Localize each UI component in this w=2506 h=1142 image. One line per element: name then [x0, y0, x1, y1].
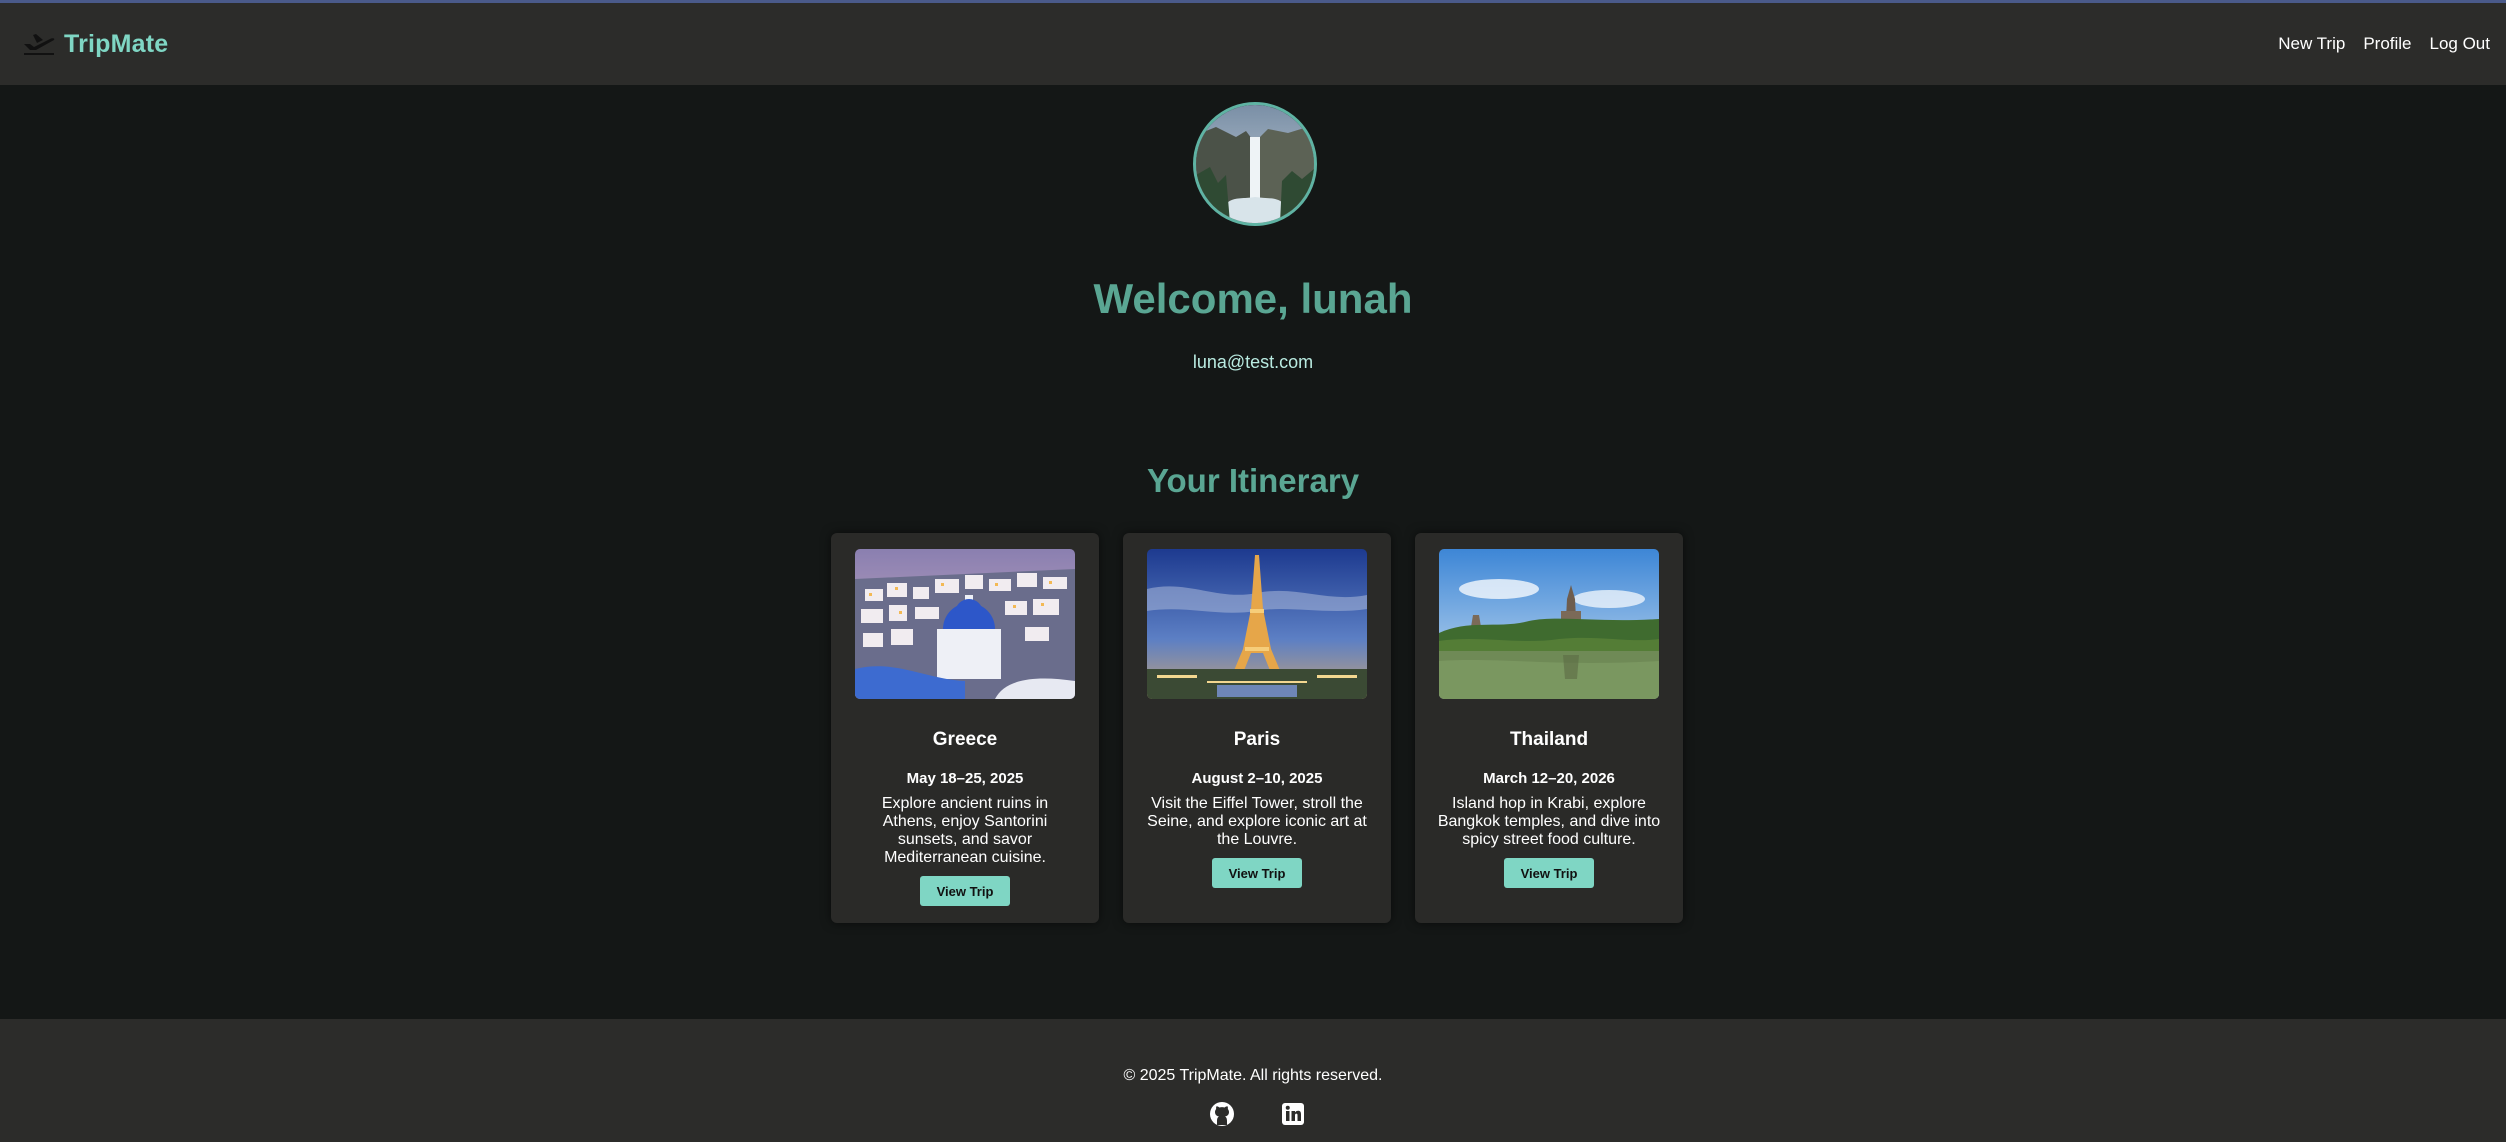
santorini-image: [855, 549, 1075, 699]
linkedin-link[interactable]: [1280, 1101, 1306, 1127]
trip-description: Island hop in Krabi, explore Bangkok tem…: [1437, 795, 1661, 848]
github-icon: [1210, 1102, 1234, 1126]
navbar: TripMate New Trip Profile Log Out: [0, 3, 2506, 85]
trip-card-paris: Paris August 2–10, 2025 Visit the Eiffel…: [1123, 533, 1391, 923]
profile-avatar: [1193, 102, 1317, 226]
itinerary-heading: Your Itinerary: [1146, 462, 1360, 499]
brand-name: TripMate: [64, 29, 169, 58]
trip-title: Paris: [1233, 729, 1281, 750]
trip-title: Thailand: [1509, 729, 1589, 750]
trip-image: [855, 549, 1075, 699]
view-trip-button[interactable]: View Trip: [1212, 858, 1302, 888]
nav-new-trip[interactable]: New Trip: [2278, 34, 2345, 54]
footer: © 2025 TripMate. All rights reserved.: [0, 1019, 2506, 1142]
trip-image: [1147, 549, 1367, 699]
nav-profile[interactable]: Profile: [2363, 34, 2411, 54]
nav-links: New Trip Profile Log Out: [2278, 34, 2490, 54]
trip-dates: March 12–20, 2026: [1483, 770, 1615, 787]
view-trip-button[interactable]: View Trip: [920, 876, 1010, 906]
thai-temple-image: [1439, 549, 1659, 699]
brand-logo[interactable]: TripMate: [22, 30, 168, 59]
trip-title: Greece: [932, 729, 998, 750]
trip-card-greece: Greece May 18–25, 2025 Explore ancient r…: [831, 533, 1099, 923]
github-link[interactable]: [1209, 1101, 1235, 1127]
user-email: luna@test.com: [1192, 352, 1314, 372]
trip-dates: May 18–25, 2025: [906, 770, 1024, 787]
trip-dates: August 2–10, 2025: [1191, 770, 1323, 787]
linkedin-icon: [1282, 1103, 1304, 1125]
welcome-heading: Welcome, lunah: [1093, 275, 1413, 322]
trip-card-thailand: Thailand March 12–20, 2026 Island hop in…: [1415, 533, 1683, 923]
nav-log-out[interactable]: Log Out: [2430, 34, 2491, 54]
trip-image: [1439, 549, 1659, 699]
eiffel-tower-image: [1147, 549, 1367, 699]
airplane-departure-icon: [24, 34, 55, 55]
waterfall-avatar: [1196, 105, 1314, 223]
copyright-text: © 2025 TripMate. All rights reserved.: [1123, 1067, 1383, 1084]
trip-description: Visit the Eiffel Tower, stroll the Seine…: [1147, 795, 1367, 848]
view-trip-button[interactable]: View Trip: [1504, 858, 1594, 888]
trip-description: Explore ancient ruins in Athens, enjoy S…: [881, 795, 1049, 866]
